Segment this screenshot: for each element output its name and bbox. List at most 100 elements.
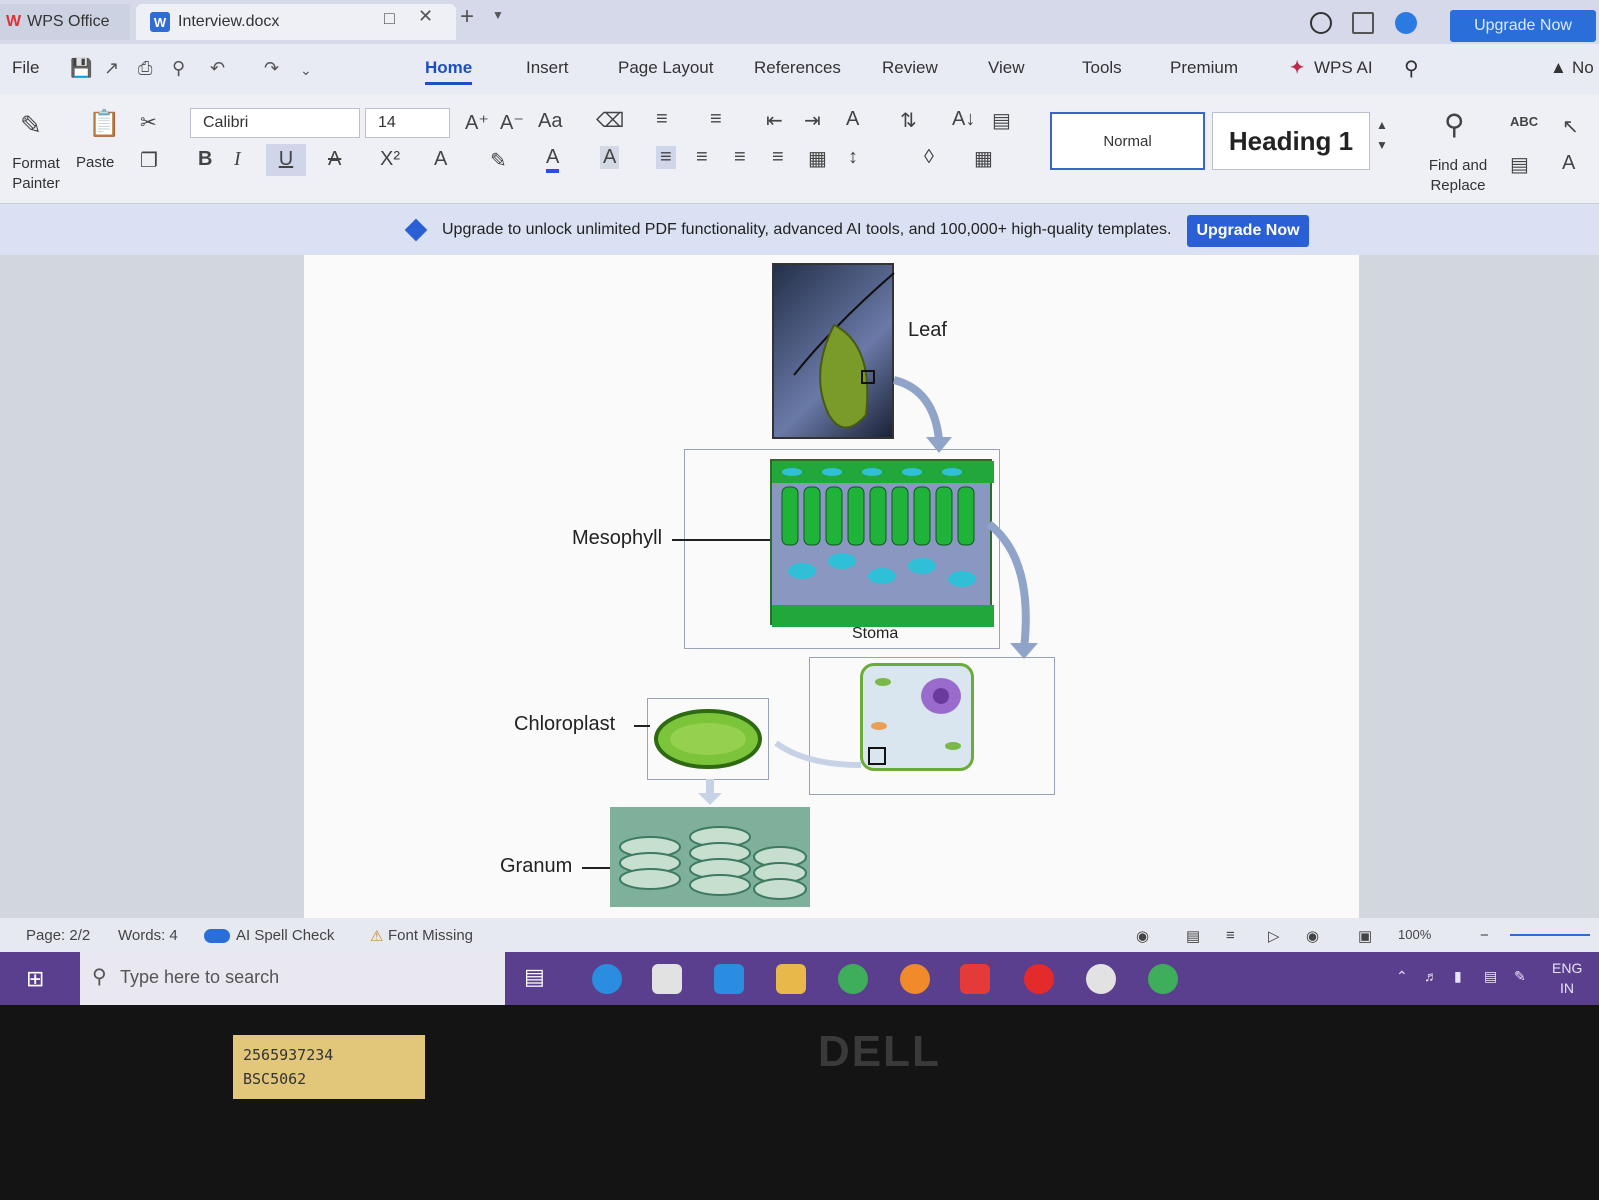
format-painter-button[interactable]: Format Painter: [6, 154, 66, 194]
quick-access-chevron-icon[interactable]: ⌄: [300, 62, 312, 79]
granum-image[interactable]: [610, 807, 810, 907]
align-right-icon[interactable]: ≡: [734, 146, 746, 169]
play-icon[interactable]: ▷: [1268, 927, 1280, 945]
tab-restore-icon[interactable]: □: [384, 8, 395, 29]
battery-icon[interactable]: ▮: [1454, 968, 1462, 985]
menu-file[interactable]: File: [12, 58, 39, 78]
sort-icon[interactable]: ⇅: [900, 108, 917, 133]
export-icon[interactable]: ↗: [104, 58, 119, 79]
tab-wps-office[interactable]: W WPS Office: [0, 4, 130, 40]
task-view-icon[interactable]: ▤: [524, 964, 554, 994]
tray-chevron-icon[interactable]: ⌃: [1396, 968, 1408, 985]
edge-icon[interactable]: [592, 964, 622, 994]
text-direction-icon[interactable]: A: [846, 108, 859, 131]
window-icon[interactable]: [1352, 12, 1374, 34]
copy-icon[interactable]: ❐: [140, 148, 158, 173]
avatar[interactable]: [1395, 12, 1417, 34]
page-indicator[interactable]: Page: 2/2: [26, 927, 90, 944]
word-count[interactable]: Words: 4: [118, 927, 178, 944]
chrome-profile-icon[interactable]: [1148, 964, 1178, 994]
region-indicator[interactable]: IN: [1560, 980, 1574, 996]
highlight-icon[interactable]: ✎: [490, 148, 507, 173]
leaf-image[interactable]: [772, 263, 895, 439]
document-page[interactable]: Leaf Mesophyll Stoma Chloroplast Granum: [304, 255, 1359, 918]
zoom-level[interactable]: 100%: [1398, 927, 1431, 942]
undo-icon[interactable]: ↶: [210, 58, 225, 79]
firefox-icon[interactable]: [900, 964, 930, 994]
print-preview-icon[interactable]: ⚲: [172, 58, 185, 79]
page-view-icon[interactable]: ▤: [1186, 927, 1200, 945]
distribute-icon[interactable]: ▦: [808, 146, 827, 171]
tab-review[interactable]: Review: [882, 58, 938, 78]
tab-home[interactable]: Home: [425, 58, 473, 85]
upgrade-now-top-button[interactable]: Upgrade Now: [1450, 10, 1596, 42]
plant-cell-image[interactable]: [860, 663, 974, 771]
shading-icon[interactable]: ◊: [924, 146, 934, 169]
italic-icon[interactable]: I: [234, 148, 241, 171]
bold-icon[interactable]: B: [198, 148, 212, 171]
change-case-icon[interactable]: Aa: [538, 110, 562, 133]
font-color-icon[interactable]: A: [546, 146, 560, 173]
store-icon[interactable]: [652, 964, 682, 994]
show-marks-icon[interactable]: ▤: [992, 108, 1011, 133]
mesophyll-image[interactable]: [770, 459, 994, 627]
volume-icon[interactable]: ♬: [1424, 968, 1438, 984]
translate-icon[interactable]: ▤: [1510, 152, 1529, 177]
spell-check-icon[interactable]: ABC: [1510, 114, 1538, 129]
decrease-indent-icon[interactable]: ⇤: [766, 108, 783, 133]
zoom-slider[interactable]: [1510, 934, 1590, 936]
align-center-icon[interactable]: ≡: [696, 146, 708, 169]
find-icon[interactable]: ⚲: [1444, 108, 1465, 141]
save-icon[interactable]: 💾: [70, 58, 92, 79]
zoom-out-icon[interactable]: −: [1480, 927, 1489, 944]
tab-list-chevron-icon[interactable]: ▼: [492, 8, 504, 22]
clear-format-icon[interactable]: ⌫: [596, 108, 624, 133]
share-icon[interactable]: [1310, 12, 1332, 34]
language-indicator[interactable]: ENG: [1552, 960, 1582, 976]
outline-view-icon[interactable]: ≡: [1226, 927, 1235, 944]
text-effects-icon[interactable]: A: [434, 148, 447, 171]
style-normal[interactable]: Normal: [1050, 112, 1205, 170]
print-icon[interactable]: ⎙: [138, 58, 152, 79]
chrome-icon[interactable]: [838, 964, 868, 994]
fit-page-icon[interactable]: ▣: [1358, 927, 1372, 945]
numbering-icon[interactable]: ≡: [710, 108, 722, 131]
format-painter-icon[interactable]: ✎: [20, 110, 42, 141]
redo-icon[interactable]: ↷: [264, 58, 279, 79]
font-size-select[interactable]: 14: [365, 108, 450, 138]
paste-button[interactable]: Paste: [76, 154, 114, 171]
tab-view[interactable]: View: [988, 58, 1025, 78]
notes-label[interactable]: No: [1572, 58, 1594, 78]
cloud-upload-icon[interactable]: ▲: [1550, 58, 1567, 78]
tab-page-layout[interactable]: Page Layout: [618, 58, 713, 78]
justify-icon[interactable]: ≡: [772, 146, 784, 169]
sort-az-icon[interactable]: A↓: [952, 108, 975, 131]
borders-icon[interactable]: ▦: [974, 146, 993, 171]
underline-icon[interactable]: U: [266, 144, 306, 176]
style-heading-1[interactable]: Heading 1: [1212, 112, 1370, 170]
network-icon[interactable]: ▤: [1484, 968, 1497, 985]
wps-office-icon[interactable]: [960, 964, 990, 994]
line-spacing-icon[interactable]: ↕: [848, 146, 858, 169]
search-icon[interactable]: ⚲: [1404, 56, 1419, 81]
shrink-font-icon[interactable]: A⁻: [500, 110, 524, 135]
strikethrough-icon[interactable]: A: [328, 148, 341, 171]
taskbar-search[interactable]: ⚲ Type here to search: [80, 952, 505, 1005]
tab-document[interactable]: W Interview.docx: [136, 4, 456, 40]
grow-font-icon[interactable]: A⁺: [465, 110, 489, 135]
opera-icon[interactable]: [1024, 964, 1054, 994]
superscript-icon[interactable]: X²: [380, 148, 400, 171]
font-missing[interactable]: Font Missing: [388, 927, 473, 944]
mail-icon[interactable]: [714, 964, 744, 994]
styles-scroll-down-icon[interactable]: ▼: [1376, 138, 1388, 152]
cut-icon[interactable]: ✂: [140, 110, 157, 135]
text-tools-icon[interactable]: A: [1562, 152, 1575, 175]
wps-ai-button[interactable]: WPS AI: [1314, 58, 1373, 78]
eye-protection-icon[interactable]: ◉: [1136, 927, 1149, 945]
font-name-select[interactable]: Calibri: [190, 108, 360, 138]
app-u-icon[interactable]: [1086, 964, 1116, 994]
upgrade-now-button[interactable]: Upgrade Now: [1187, 215, 1309, 247]
bullets-icon[interactable]: ≡: [656, 108, 668, 131]
windows-start-icon[interactable]: ⊞: [26, 966, 44, 992]
find-replace-button[interactable]: Find and Replace: [1420, 156, 1496, 196]
